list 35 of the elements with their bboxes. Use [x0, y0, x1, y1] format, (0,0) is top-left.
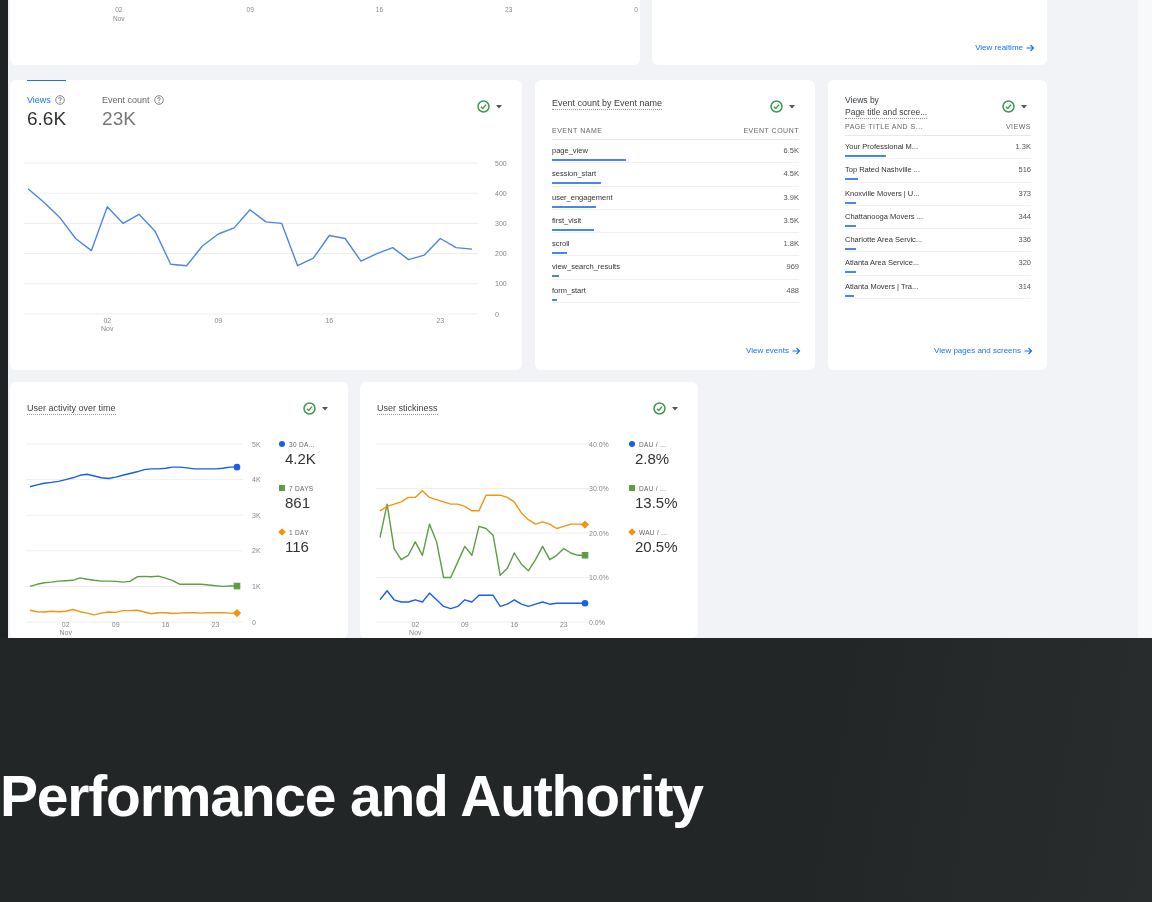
metric-value: 6.6K	[27, 108, 67, 130]
caret-icon	[322, 406, 328, 411]
card-title: User stickiness	[377, 402, 438, 415]
caret-icon	[496, 104, 502, 109]
legend-value: 20.5%	[634, 538, 678, 555]
view-link[interactable]: View realtime	[975, 43, 1035, 52]
arrow-right-icon	[792, 346, 801, 355]
metric-tab[interactable]: Event count 23K	[102, 80, 164, 130]
help-icon[interactable]	[54, 95, 65, 105]
check-circle-icon	[653, 402, 666, 415]
card-title: Event count by Event name	[552, 97, 663, 110]
card-title: Views by	[845, 94, 880, 106]
arrow-right-icon	[1026, 43, 1035, 52]
check-circle-icon	[770, 100, 783, 113]
legend-value: 2.8%	[634, 450, 671, 467]
metric-label: Event count	[102, 95, 150, 105]
caret-icon	[672, 406, 678, 411]
arrow-right-icon	[1024, 346, 1033, 355]
caret-icon	[789, 104, 795, 109]
card-title: User activity over time	[27, 402, 116, 415]
legend-value: 116	[284, 538, 310, 555]
legend-value: 13.5%	[634, 494, 678, 511]
legend-value: 4.2K	[284, 450, 316, 467]
view-link[interactable]: View events	[746, 346, 801, 355]
help-icon[interactable]	[153, 95, 164, 105]
view-link[interactable]: View pages and screens	[933, 346, 1033, 355]
metric-label: Views	[27, 95, 51, 105]
metric-tab[interactable]: Views 6.6K	[27, 80, 67, 130]
card-title: Page title and scree...	[845, 106, 928, 119]
metric-value: 23K	[102, 108, 137, 130]
caret-icon	[1021, 104, 1027, 109]
check-circle-icon	[1002, 100, 1015, 113]
legend-value: 861	[284, 494, 312, 511]
check-circle-icon	[303, 402, 316, 415]
check-circle-icon	[477, 100, 490, 113]
